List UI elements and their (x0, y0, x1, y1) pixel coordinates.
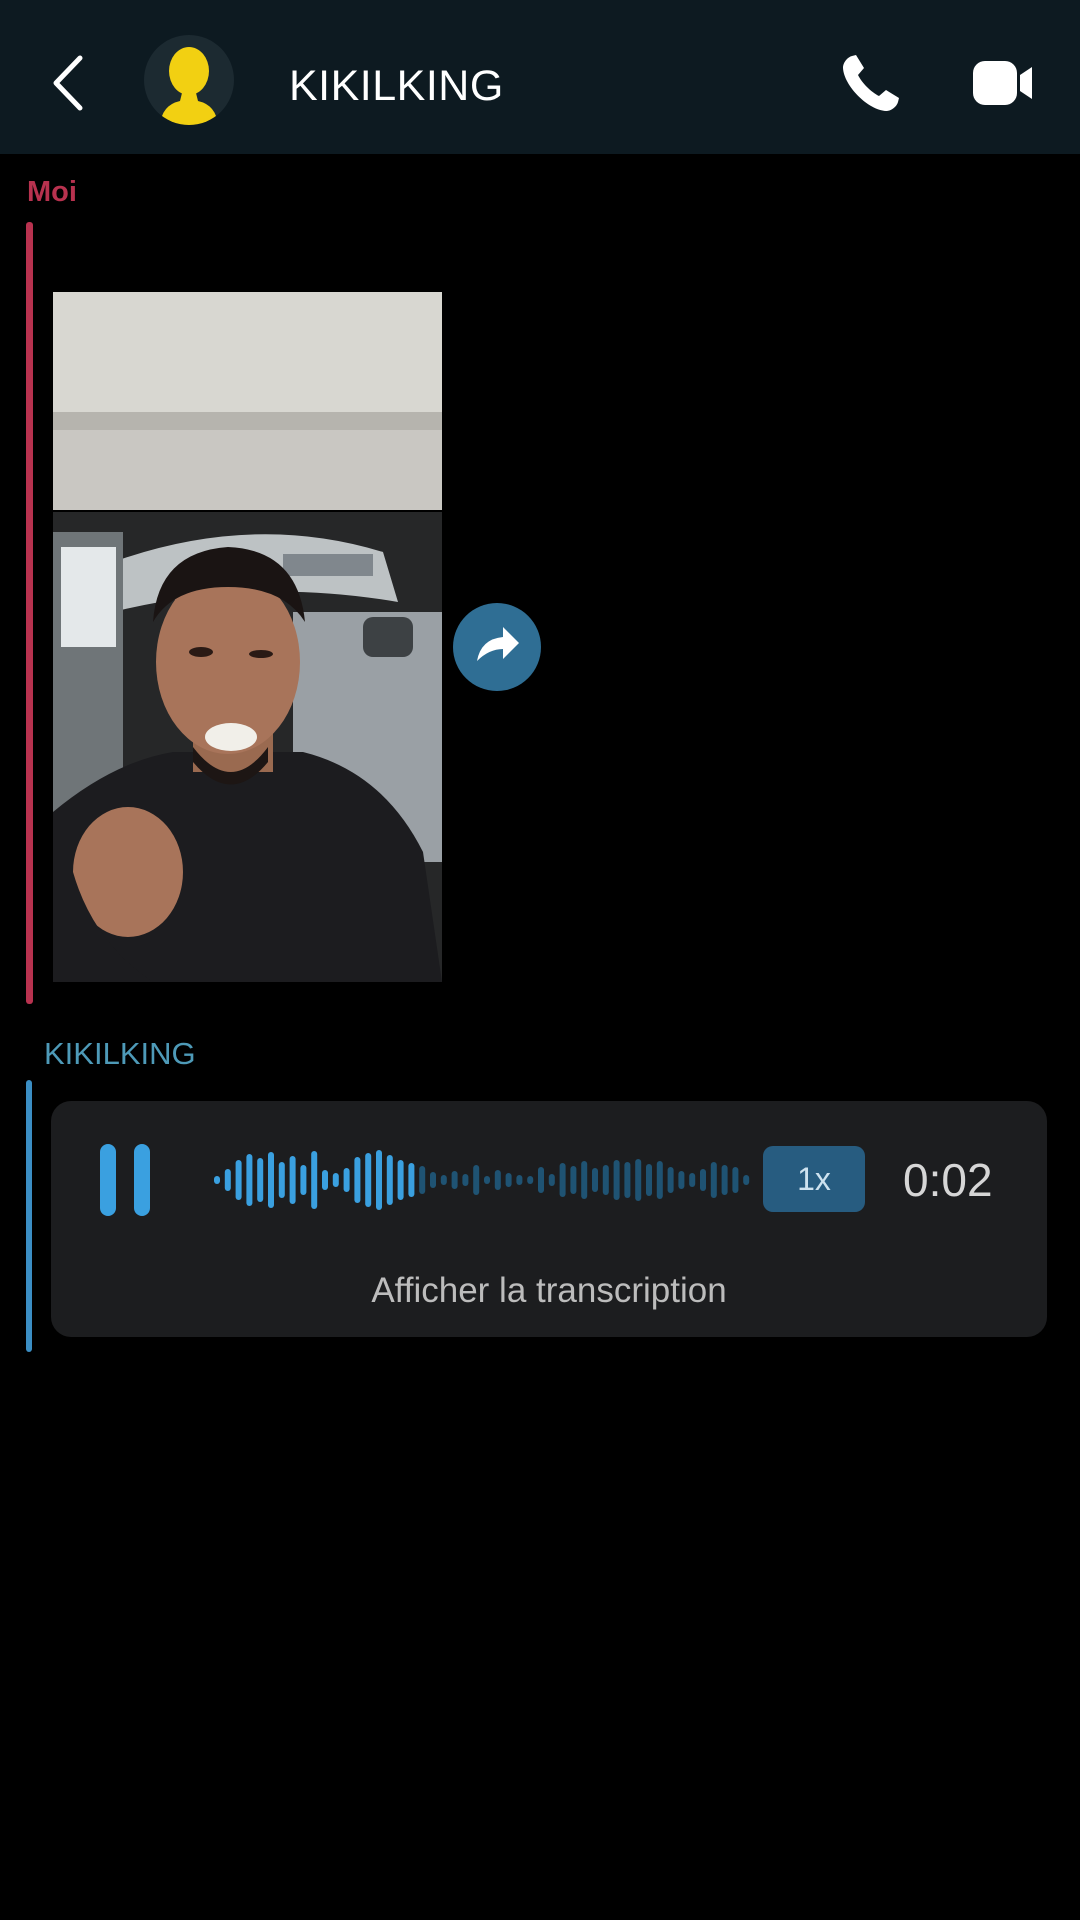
waveform-bar (311, 1151, 318, 1209)
pause-icon (100, 1144, 150, 1216)
voice-note-duration: 0:02 (903, 1154, 993, 1206)
waveform-bar (667, 1167, 674, 1193)
playback-speed-button[interactable]: 1x (763, 1146, 865, 1212)
waveform-bar (656, 1161, 663, 1199)
waveform-bar (570, 1166, 577, 1194)
photo-thumbnail (53, 292, 442, 982)
waveform-bar (516, 1175, 523, 1185)
waveform-bar (559, 1163, 566, 1197)
voice-note-message: 1x 0:02 Afficher la transcription (51, 1101, 1047, 1337)
waveform-bar (343, 1168, 350, 1192)
audio-waveform[interactable] (212, 1148, 752, 1212)
waveform-bar (376, 1150, 382, 1210)
waveform-bar (289, 1156, 296, 1204)
waveform-bar (386, 1155, 393, 1205)
photo-message[interactable] (53, 292, 442, 982)
waveform-bar (322, 1170, 328, 1190)
waveform-bar (743, 1175, 750, 1185)
waveform-bar (527, 1176, 534, 1184)
share-button[interactable] (453, 603, 541, 691)
waveform-bar (602, 1165, 609, 1195)
waveform-bar (430, 1172, 436, 1188)
waveform-bar (624, 1162, 631, 1198)
waveform-bar (700, 1169, 706, 1191)
avatar[interactable] (144, 35, 234, 125)
waveform-bar (592, 1168, 598, 1192)
bitmoji-avatar-icon (160, 47, 218, 125)
waveform-bar (278, 1162, 285, 1198)
waveform-bar (224, 1169, 231, 1191)
waveform-bar (408, 1163, 415, 1197)
waveform-bar (494, 1170, 501, 1190)
call-button[interactable] (838, 50, 904, 116)
waveform-bar (451, 1171, 458, 1189)
waveform-bar (732, 1167, 739, 1193)
waveform-bar (721, 1165, 728, 1195)
message-side-bar (26, 222, 33, 1004)
share-arrow-icon (477, 627, 519, 661)
waveform-bar (214, 1176, 220, 1184)
waveform-bar (397, 1160, 404, 1200)
waveform-bar (484, 1176, 490, 1184)
video-camera-icon (973, 61, 1032, 105)
waveform-bar (646, 1164, 652, 1196)
waveform-bar (246, 1154, 253, 1206)
waveform-bar (462, 1174, 469, 1186)
waveform-bar (257, 1158, 264, 1202)
waveform-bar (613, 1160, 620, 1200)
waveform-bar (332, 1173, 339, 1187)
waveform-bar (419, 1166, 426, 1194)
waveform-bar (505, 1173, 512, 1187)
message-side-bar (26, 1080, 32, 1352)
phone-icon (843, 55, 899, 111)
chevron-left-icon (53, 55, 83, 111)
waveform-bar (354, 1157, 361, 1203)
waveform-bar (473, 1165, 480, 1195)
waveform-bar (268, 1152, 274, 1208)
waveform-bar (710, 1162, 717, 1198)
waveform-bar (548, 1174, 555, 1186)
chat-header: KIKILKING (0, 0, 1080, 154)
pause-button[interactable] (95, 1142, 155, 1218)
show-transcript-button[interactable]: Afficher la transcription (51, 1271, 1047, 1311)
video-call-button[interactable] (970, 55, 1036, 111)
waveform-bar (635, 1159, 642, 1201)
waveform-bar (581, 1161, 588, 1199)
sender-label-contact: KIKILKING (44, 1036, 196, 1071)
waveform-bar (689, 1173, 696, 1187)
sender-label-me: Moi (27, 176, 77, 208)
waveform-bar (538, 1167, 544, 1193)
waveform-bar (300, 1165, 307, 1195)
waveform-bar (440, 1175, 447, 1185)
back-button[interactable] (40, 48, 100, 118)
waveform-bar (365, 1153, 372, 1207)
waveform-bar (235, 1160, 242, 1200)
contact-name[interactable]: KIKILKING (289, 62, 504, 111)
waveform-bar (678, 1171, 685, 1189)
